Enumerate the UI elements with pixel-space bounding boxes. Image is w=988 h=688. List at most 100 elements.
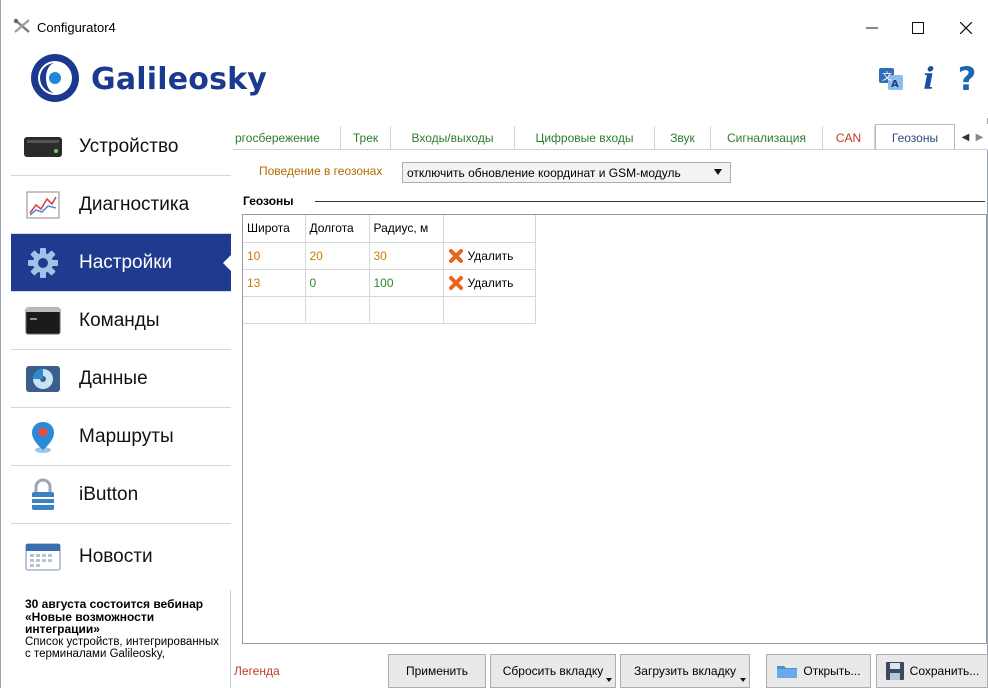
news-item[interactable]: 30 августа состоится вебинар «Новые возм… xyxy=(25,598,225,661)
news-title: 30 августа состоится вебинар «Новые возм… xyxy=(25,597,204,636)
table-row[interactable]: 13 0 100 Удалить xyxy=(243,269,536,297)
dropdown-arrow-icon xyxy=(740,678,746,682)
sidebar-item-settings[interactable]: Настройки xyxy=(11,234,232,292)
action-cell: Удалить xyxy=(443,269,536,297)
sidebar-item-label: Настройки xyxy=(79,251,173,273)
tab-scroll-left[interactable]: ◀ xyxy=(959,126,972,148)
language-button[interactable]: 文 A xyxy=(877,64,905,94)
sidebar-item-device[interactable]: Устройство xyxy=(11,118,231,176)
action-cell: Удалить xyxy=(443,242,536,270)
close-icon xyxy=(960,22,972,34)
configurator-window: Configurator4 Galileosky 文 A i ? Устройс… xyxy=(0,0,988,688)
sidebar-item-label: Команды xyxy=(79,309,160,331)
radius-cell[interactable]: 100 xyxy=(369,269,444,297)
sidebar-item-news[interactable]: Новости xyxy=(11,524,231,590)
geozone-behaviour-select[interactable]: отключить обновление координат и GSM-мод… xyxy=(402,162,731,183)
calendar-icon xyxy=(23,540,63,574)
column-header-latitude[interactable]: Широта xyxy=(243,215,306,243)
arrow-left-icon: ◀ xyxy=(961,131,970,143)
folder-icon xyxy=(776,663,798,679)
longitude-cell[interactable]: 20 xyxy=(305,242,370,270)
sidebar-item-label: Новости xyxy=(79,546,153,567)
tab-geozones[interactable]: Геозоны xyxy=(875,124,955,149)
geozones-table: Широта Долгота Радиус, м 10 20 30 Удалит… xyxy=(243,215,536,324)
dropdown-arrow-icon xyxy=(606,678,612,682)
sidebar-item-data[interactable]: Данные xyxy=(11,350,231,408)
info-icon: i xyxy=(923,61,935,97)
new-radius-cell[interactable] xyxy=(369,296,444,324)
dropdown-arrow-icon xyxy=(714,169,722,175)
reset-tab-label: Сбросить вкладку xyxy=(502,664,604,678)
tab-can[interactable]: CAN xyxy=(823,126,875,149)
radius-cell[interactable]: 30 xyxy=(369,242,444,270)
geozones-grid: Широта Долгота Радиус, м 10 20 30 Удалит… xyxy=(242,214,987,644)
geozone-behaviour-value: отключить обновление координат и GSM-мод… xyxy=(407,165,681,180)
brand-name: Galileosky xyxy=(91,62,268,97)
apply-button[interactable]: Применить xyxy=(388,654,486,688)
new-action-cell xyxy=(443,296,536,324)
data-disk-icon xyxy=(23,362,63,396)
latitude-cell[interactable]: 10 xyxy=(243,242,306,270)
delete-label: Удалить xyxy=(467,275,514,290)
sidebar-item-label: Устройство xyxy=(79,135,179,157)
longitude-cell[interactable]: 0 xyxy=(305,269,370,297)
tab-scroll-right[interactable]: ▶ xyxy=(973,126,986,148)
reset-tab-button[interactable]: Сбросить вкладку xyxy=(490,654,616,688)
svg-text:A: A xyxy=(891,79,899,90)
tab-inputs-outputs[interactable]: Входы/выходы xyxy=(391,126,515,149)
delete-button[interactable]: Удалить xyxy=(448,248,531,264)
app-tools-icon xyxy=(13,18,30,33)
diagnostics-chart-icon xyxy=(23,188,63,222)
tab-digital-inputs[interactable]: Цифровые входы xyxy=(515,126,655,149)
galileosky-logo-icon xyxy=(31,54,79,102)
table-new-row[interactable] xyxy=(243,296,536,324)
sidebar-item-routes[interactable]: Маршруты xyxy=(11,408,231,466)
sidebar: Устройство Диагностика Настройки Команды… xyxy=(11,118,232,688)
sidebar-item-commands[interactable]: Команды xyxy=(11,292,231,350)
sidebar-item-label: iButton xyxy=(79,483,139,505)
legend-link[interactable]: Легенда xyxy=(234,664,280,678)
new-latitude-cell[interactable] xyxy=(243,296,306,324)
tab-sound[interactable]: Звук xyxy=(655,126,711,149)
geozones-group-label: Геозоны xyxy=(243,194,304,208)
info-button[interactable]: i xyxy=(915,61,943,97)
sidebar-item-label: Маршруты xyxy=(79,425,174,447)
table-row[interactable]: 10 20 30 Удалить xyxy=(243,242,536,270)
open-label: Открыть... xyxy=(803,664,861,678)
tab-alarm[interactable]: Сигнализация xyxy=(711,126,823,149)
load-tab-button[interactable]: Загрузить вкладку xyxy=(620,654,750,688)
table-header-row: Широта Долгота Радиус, м xyxy=(243,215,536,243)
tab-track[interactable]: Трек xyxy=(341,126,391,149)
load-tab-label: Загрузить вкладку xyxy=(634,664,736,678)
maximize-button[interactable] xyxy=(895,10,941,46)
geozone-behaviour-label: Поведение в геозонах xyxy=(259,164,383,178)
sidebar-item-label: Данные xyxy=(79,367,148,389)
delete-icon xyxy=(448,248,463,263)
help-icon: ? xyxy=(957,60,977,98)
delete-label: Удалить xyxy=(467,248,514,263)
column-header-longitude[interactable]: Долгота xyxy=(305,215,370,243)
tab-power-saving[interactable]: ргосбережение xyxy=(233,126,341,149)
sidebar-item-ibutton[interactable]: iButton xyxy=(11,466,231,524)
minimize-button[interactable] xyxy=(849,10,895,46)
delete-button[interactable]: Удалить xyxy=(448,275,531,291)
close-button[interactable] xyxy=(943,10,988,46)
latitude-cell[interactable]: 13 xyxy=(243,269,306,297)
apply-label: Применить xyxy=(405,664,468,678)
help-button[interactable]: ? xyxy=(953,60,981,98)
column-header-action xyxy=(443,215,536,243)
new-longitude-cell[interactable] xyxy=(305,296,370,324)
header-icons: 文 A i ? xyxy=(877,60,981,98)
arrow-right-icon: ▶ xyxy=(975,131,984,143)
maximize-icon xyxy=(912,22,924,34)
header-bar: Galileosky 文 A i ? xyxy=(1,46,988,118)
column-header-radius[interactable]: Радиус, м xyxy=(369,215,444,243)
save-button[interactable]: Сохранить... xyxy=(876,654,988,688)
ibutton-lock-icon xyxy=(23,478,63,512)
delete-icon xyxy=(448,275,463,290)
minimize-icon xyxy=(866,27,878,29)
save-label: Сохранить... xyxy=(909,664,980,678)
settings-tabs: ргосбережение Трек Входы/выходы Цифровые… xyxy=(233,124,988,150)
open-button[interactable]: Открыть... xyxy=(766,654,871,688)
sidebar-item-diagnostics[interactable]: Диагностика xyxy=(11,176,231,234)
